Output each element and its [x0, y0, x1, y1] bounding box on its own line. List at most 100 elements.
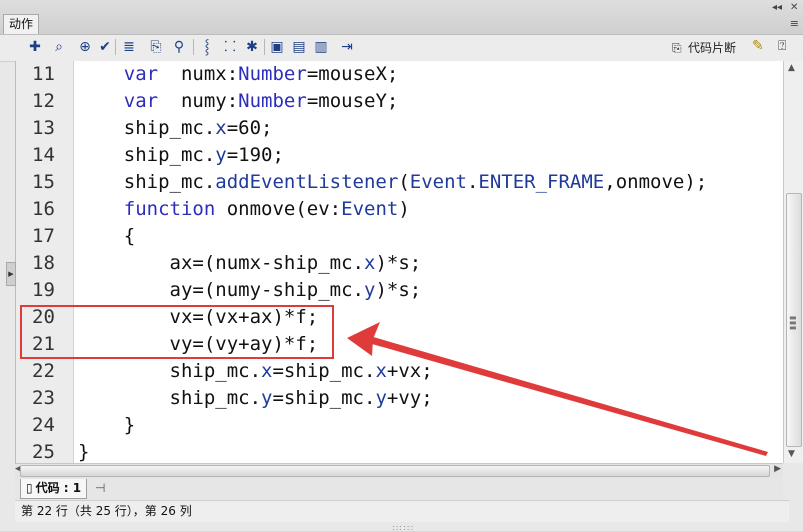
help-icon[interactable]: ⍰ [778, 38, 786, 54]
collapse-icon[interactable]: ◂◂ [772, 2, 782, 14]
auto-format-icon[interactable]: ≣ [120, 38, 138, 56]
panel-tab-actions[interactable]: 动作 [3, 14, 40, 34]
find-icon[interactable]: ⌕ [50, 38, 68, 56]
code-token: numy: [158, 90, 239, 112]
target-icon[interactable]: ⊕ [76, 38, 94, 56]
toolbox-toggle-icon[interactable]: ▶ [6, 262, 16, 286]
scroll-up-arrow-icon[interactable]: ▲ [788, 63, 795, 73]
line-number: 18 [32, 252, 55, 274]
close-icon[interactable]: ✕ [790, 2, 798, 14]
pin-script-icon[interactable]: ⊣ [95, 481, 105, 495]
code-token: ship_mc. [169, 387, 262, 409]
line-number: 17 [32, 225, 55, 247]
code-line[interactable]: 14 ship_mc.y=190; [16, 142, 783, 169]
code-token: ax=(numx-ship_mc. [169, 252, 364, 274]
toolbar-separator [115, 39, 116, 55]
code-identifier: Event [409, 171, 467, 193]
code-token: ) [398, 198, 410, 220]
horizontal-scrollbar[interactable]: ◀ ▶ [15, 463, 783, 478]
code-text: { [78, 223, 135, 250]
code-text: ay=(numy-ship_mc.y)*s; [78, 277, 422, 304]
code-text: var numy:Number=mouseY; [78, 88, 399, 115]
code-text: ship_mc.addEventListener(Event.ENTER_FRA… [78, 169, 707, 196]
add-statement-icon[interactable]: ✚ [26, 38, 44, 56]
expand-all-icon[interactable]: ✱ [243, 38, 261, 56]
script-tabs: ▯ 代码 : 1 ⊣ [15, 478, 783, 500]
code-text: ship_mc.x=60; [78, 115, 273, 142]
code-keyword: function [123, 198, 216, 220]
toolbar-separator [193, 39, 194, 55]
code-keyword: Number [238, 90, 307, 112]
scroll-grip-icon: ▬ ▬ ▬ [789, 313, 797, 332]
code-token: numx: [158, 63, 239, 85]
code-editor[interactable]: 11 var numx:Number=mouseX; 12 var numy:Nu… [15, 61, 784, 463]
line-number: 25 [32, 441, 55, 463]
code-keyword: var [123, 63, 159, 85]
debug-options-icon[interactable]: ⚲ [170, 38, 188, 56]
code-line[interactable]: 12 var numy:Number=mouseY; [16, 88, 783, 115]
script-file-icon: ▯ [26, 481, 33, 495]
code-text: } [78, 412, 135, 439]
code-line[interactable]: 13 ship_mc.x=60; [16, 115, 783, 142]
horizontal-scroll-thumb[interactable] [20, 465, 770, 477]
code-token: } [123, 414, 136, 436]
code-hint-wand-icon[interactable]: ✎ [752, 38, 764, 54]
code-identifier: Event [341, 198, 399, 220]
code-token: =60; [226, 117, 273, 139]
code-identifier: x [215, 117, 227, 139]
code-line[interactable]: 25} [16, 439, 783, 463]
toolbar-separator [264, 39, 265, 55]
code-line[interactable]: 17 { [16, 223, 783, 250]
apply-block-comment-icon[interactable]: ▣ [268, 38, 286, 56]
line-number: 12 [32, 90, 55, 112]
line-number: 13 [32, 117, 55, 139]
check-syntax-icon[interactable]: ✔ [96, 38, 114, 56]
code-line[interactable]: 11 var numx:Number=mouseX; [16, 61, 783, 88]
code-line[interactable]: 19 ay=(numy-ship_mc.y)*s; [16, 277, 783, 304]
code-line[interactable]: 15 ship_mc.addEventListener(Event.ENTER_… [16, 169, 783, 196]
code-hint-icon[interactable]: ⎘ [147, 38, 165, 56]
line-number: 24 [32, 414, 55, 436]
line-number: 23 [32, 387, 55, 409]
code-line[interactable]: 24 } [16, 412, 783, 439]
code-line[interactable]: 23 ship_mc.y=ship_mc.y+vy; [16, 385, 783, 412]
code-token: ( [398, 171, 410, 193]
vertical-scrollbar[interactable]: ▲ ▬ ▬ ▬ ▼ [783, 61, 803, 463]
code-identifier: y [215, 144, 227, 166]
code-line[interactable]: 16 function onmove(ev:Event) [16, 196, 783, 223]
code-line[interactable]: 18 ax=(numx-ship_mc.x)*s; [16, 250, 783, 277]
code-token: ship_mc. [123, 144, 216, 166]
line-number: 22 [32, 360, 55, 382]
code-token: =mouseY; [306, 90, 399, 112]
collapse-selection-icon[interactable]: ⸬ [221, 38, 239, 56]
collapse-between-braces-icon[interactable]: ⸾ [198, 38, 216, 56]
code-text: ship_mc.x=ship_mc.x+vx; [78, 358, 433, 385]
code-line[interactable]: 22 ship_mc.x=ship_mc.x+vx; [16, 358, 783, 385]
code-snippets-button[interactable]: ⎘ 代码片断 [672, 38, 736, 58]
tab-code-1[interactable]: ▯ 代码 : 1 [20, 479, 88, 499]
code-identifier: y [363, 279, 376, 301]
apply-line-comment-icon[interactable]: ▤ [290, 38, 308, 56]
code-text: ship_mc.y=ship_mc.y+vy; [78, 385, 433, 412]
code-text: } [78, 439, 89, 463]
code-text: var numx:Number=mouseX; [78, 61, 399, 88]
show-hide-toolbox-icon[interactable]: ⇥ [338, 38, 356, 56]
scroll-right-arrow-icon[interactable]: ▶ [774, 464, 781, 474]
line-number: 15 [32, 171, 55, 193]
code-token: ship_mc. [123, 117, 216, 139]
code-keyword: Number [238, 63, 307, 85]
annotation-highlight-box [20, 305, 334, 359]
panel-menu-icon[interactable]: ≡ [790, 17, 799, 30]
remove-comment-icon[interactable]: ▥ [312, 38, 330, 56]
code-token: ship_mc. [169, 360, 262, 382]
code-token: onmove(ev: [215, 198, 342, 220]
scroll-down-arrow-icon[interactable]: ▼ [788, 449, 795, 459]
code-identifier: x [261, 360, 273, 382]
